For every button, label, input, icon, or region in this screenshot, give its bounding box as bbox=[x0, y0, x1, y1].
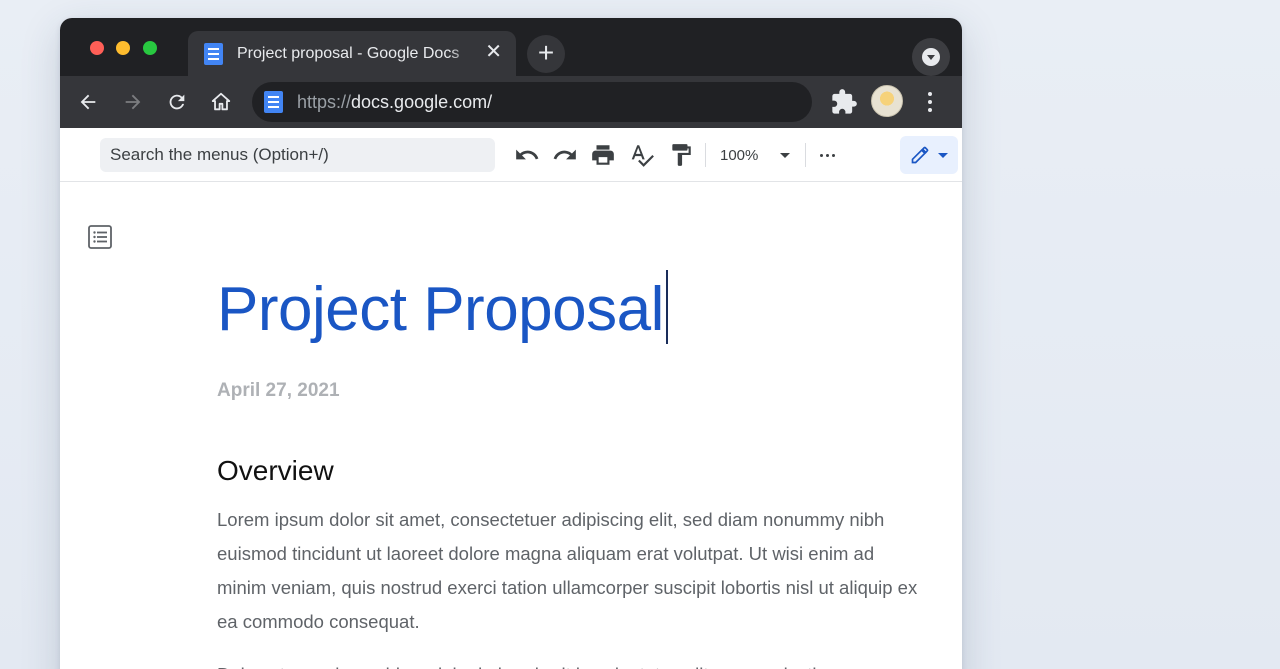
tab-strip: Project proposal - Google Docs ✕ + bbox=[60, 18, 962, 76]
reload-button[interactable] bbox=[163, 88, 191, 116]
redo-icon[interactable] bbox=[552, 142, 578, 168]
toolbar-divider bbox=[705, 143, 706, 167]
avatar[interactable] bbox=[871, 85, 903, 117]
forward-button[interactable] bbox=[119, 88, 147, 116]
browser-menu-button[interactable] bbox=[920, 88, 940, 116]
tab-close-button[interactable]: ✕ bbox=[485, 42, 502, 62]
chevron-down-icon bbox=[780, 152, 791, 158]
paint-format-icon[interactable] bbox=[668, 142, 694, 168]
print-icon[interactable] bbox=[590, 142, 616, 168]
document-title-text: Project Proposal bbox=[217, 275, 664, 344]
close-window-button[interactable] bbox=[90, 41, 104, 55]
chevron-down-icon bbox=[922, 48, 940, 66]
minimize-window-button[interactable] bbox=[116, 41, 130, 55]
forward-arrow-icon bbox=[125, 94, 141, 110]
extensions-icon[interactable] bbox=[830, 88, 858, 116]
navigation-bar: https://docs.google.com/ bbox=[60, 76, 962, 128]
more-icon[interactable] bbox=[820, 142, 835, 168]
zoom-select[interactable]: 100% bbox=[720, 142, 791, 168]
reload-icon bbox=[169, 94, 185, 110]
address-bar[interactable]: https://docs.google.com/ bbox=[252, 82, 812, 122]
spellcheck-icon[interactable] bbox=[629, 142, 655, 168]
body-paragraph[interactable]: Lorem ipsum dolor sit amet, consectetuer… bbox=[217, 503, 927, 639]
home-button[interactable] bbox=[207, 88, 235, 116]
undo-icon[interactable] bbox=[514, 142, 540, 168]
editing-mode-button[interactable] bbox=[900, 136, 958, 174]
maximize-window-button[interactable] bbox=[143, 41, 157, 55]
url-scheme: https:// bbox=[297, 91, 352, 112]
docs-favicon-icon bbox=[204, 42, 223, 65]
outline-icon[interactable] bbox=[87, 224, 113, 250]
tab-title: Project proposal - Google Docs bbox=[237, 44, 460, 62]
toolbar-divider bbox=[805, 143, 806, 167]
back-button[interactable] bbox=[74, 88, 102, 116]
docs-favicon-icon bbox=[264, 91, 283, 113]
search-menus-input[interactable] bbox=[100, 138, 495, 172]
section-heading[interactable]: Overview bbox=[217, 455, 334, 487]
document-title[interactable]: Project Proposal bbox=[217, 270, 668, 345]
url-text: https://docs.google.com/ bbox=[297, 92, 492, 113]
home-icon bbox=[211, 92, 231, 111]
tab-search-button[interactable] bbox=[912, 38, 950, 76]
text-cursor bbox=[665, 270, 668, 344]
back-arrow-icon bbox=[80, 94, 96, 110]
body-paragraph[interactable]: Duis autem vel eum iriure dolor in hendr… bbox=[217, 658, 927, 669]
pencil-icon bbox=[911, 146, 929, 164]
new-tab-button[interactable]: + bbox=[527, 35, 565, 73]
docs-toolbar: 100% bbox=[60, 128, 962, 182]
zoom-value: 100% bbox=[720, 146, 759, 164]
url-host: docs.google.com/ bbox=[351, 91, 493, 112]
chevron-down-icon bbox=[938, 152, 948, 158]
document-date[interactable]: April 27, 2021 bbox=[217, 380, 340, 402]
document-page[interactable]: Project Proposal April 27, 2021 Overview… bbox=[60, 182, 962, 669]
tab-project-proposal[interactable]: Project proposal - Google Docs ✕ bbox=[188, 31, 516, 76]
browser-window: Project proposal - Google Docs ✕ + https… bbox=[60, 18, 962, 669]
